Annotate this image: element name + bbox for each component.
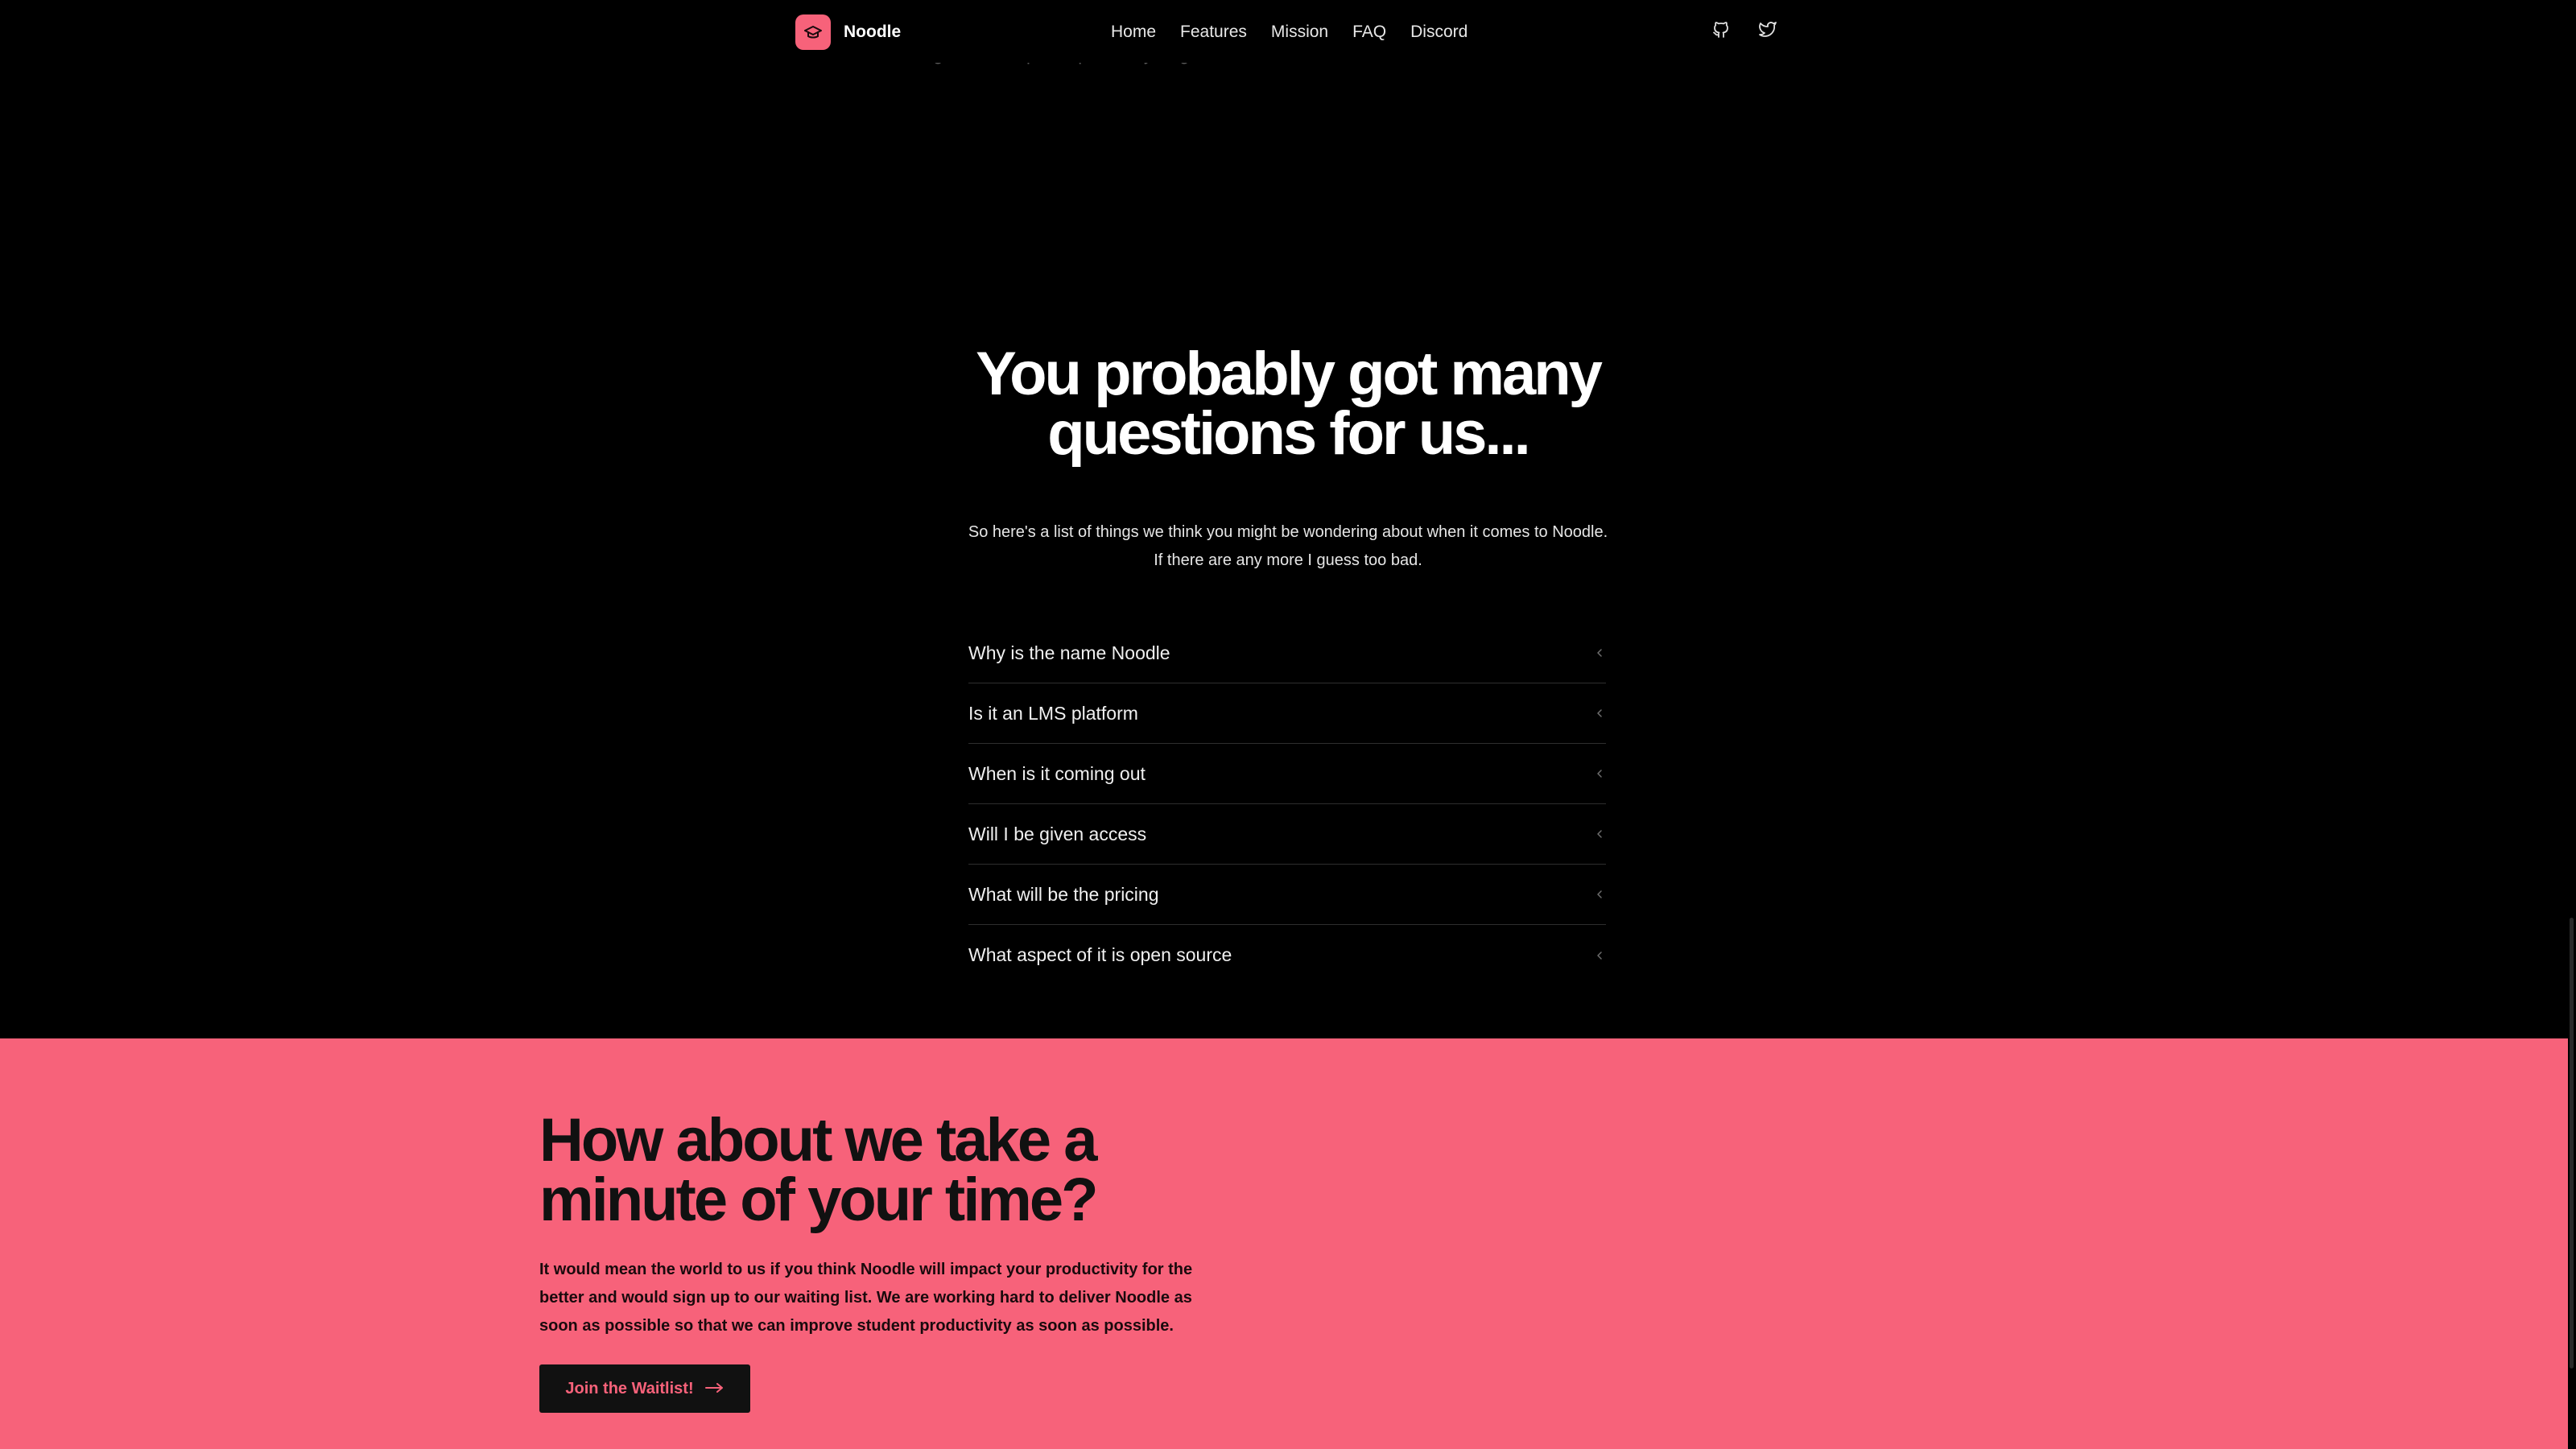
- nav-link-discord[interactable]: Discord: [1410, 18, 1468, 47]
- faq-subtitle: So here's a list of things we think you …: [968, 523, 1608, 569]
- nav-link-features[interactable]: Features: [1180, 18, 1247, 47]
- github-icon[interactable]: [1710, 16, 1732, 42]
- page: our degrees to keep on top of everything…: [0, 0, 2576, 1449]
- page-scrollbar[interactable]: [2568, 0, 2576, 1449]
- waitlist-section: How about we take a minute of your time?…: [0, 1038, 2576, 1449]
- arrow-right-icon: [704, 1380, 724, 1398]
- faq-item[interactable]: What aspect of it is open source: [968, 925, 1606, 985]
- faq-item[interactable]: When is it coming out: [968, 744, 1606, 804]
- brand-name: Noodle: [844, 23, 902, 41]
- twitter-icon[interactable]: [1757, 16, 1779, 42]
- join-waitlist-button[interactable]: Join the Waitlist!: [539, 1364, 750, 1413]
- faq-item[interactable]: Is it an LMS platform: [968, 683, 1606, 744]
- brand[interactable]: Noodle: [795, 14, 901, 50]
- cta-text: It would mean the world to us if you thi…: [539, 1261, 1193, 1335]
- join-waitlist-label: Join the Waitlist!: [565, 1379, 694, 1397]
- social-links: [1710, 16, 1779, 42]
- top-navbar: Noodle Home Features Mission FAQ Discord: [0, 0, 2576, 63]
- chevron-left-icon: [1593, 949, 1606, 962]
- faq-question: Why is the name Noodle: [968, 642, 1170, 663]
- faq-list: Why is the name Noodle Is it an LMS plat…: [968, 623, 1606, 985]
- faq-question: Is it an LMS platform: [968, 702, 1138, 724]
- chevron-left-icon: [1593, 707, 1606, 720]
- faq-question: What will be the pricing: [968, 883, 1159, 905]
- nav-link-home[interactable]: Home: [1111, 18, 1156, 47]
- faq-item[interactable]: Will I be given access: [968, 804, 1606, 865]
- faq-item[interactable]: What will be the pricing: [968, 865, 1606, 925]
- faq-question: Will I be given access: [968, 823, 1147, 844]
- cta-title: How about we take a minute of your time?: [539, 1106, 1099, 1234]
- faq-item[interactable]: Why is the name Noodle: [968, 623, 1606, 683]
- nav-link-mission[interactable]: Mission: [1271, 18, 1328, 47]
- chevron-left-icon: [1593, 888, 1606, 901]
- chevron-left-icon: [1593, 828, 1606, 840]
- scrollbar-thumb[interactable]: [2570, 918, 2574, 1368]
- chevron-left-icon: [1593, 646, 1606, 659]
- faq-question: What aspect of it is open source: [968, 944, 1232, 965]
- chevron-left-icon: [1593, 767, 1606, 780]
- noodle-logo-icon: [795, 14, 831, 50]
- faq-question: When is it coming out: [968, 762, 1146, 784]
- nav-link-faq[interactable]: FAQ: [1352, 18, 1386, 47]
- faq-title: You probably got many questions for us..…: [976, 340, 1603, 468]
- nav-links: Home Features Mission FAQ Discord: [1111, 18, 1468, 47]
